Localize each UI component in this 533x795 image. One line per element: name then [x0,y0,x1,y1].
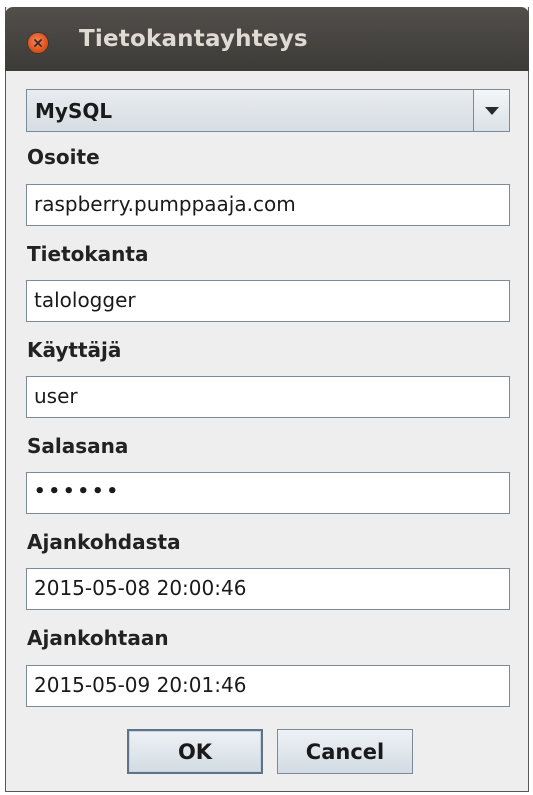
password-label: Salasana [27,434,129,458]
address-field[interactable]: raspberry.pumppaaja.com [26,184,510,226]
address-label: Osoite [27,145,100,169]
cancel-button[interactable]: Cancel [277,729,413,774]
database-field[interactable]: talologger [26,280,510,322]
to-time-field[interactable]: 2015-05-09 20:01:46 [26,665,510,707]
from-time-label: Ajankohdasta [27,530,181,554]
from-time-field[interactable]: 2015-05-08 20:00:46 [26,568,510,610]
chevron-down-icon [484,106,499,115]
title-bar: Tietokantayhteys [5,7,529,71]
password-field[interactable]: •••••• [26,472,510,514]
window-title: Tietokantayhteys [79,26,308,52]
database-type-value: MySQL [35,99,113,123]
close-icon [34,39,42,47]
user-label: Käyttäjä [27,338,122,362]
password-mask: •••••• [34,481,122,502]
to-time-label: Ajankohtaan [27,626,169,650]
user-field[interactable]: user [26,376,510,418]
ok-button[interactable]: OK [127,729,263,774]
dropdown-arrow-button[interactable] [473,90,509,131]
database-type-select[interactable]: MySQL [26,89,510,132]
database-label: Tietokanta [27,242,149,266]
close-button[interactable] [27,32,49,54]
